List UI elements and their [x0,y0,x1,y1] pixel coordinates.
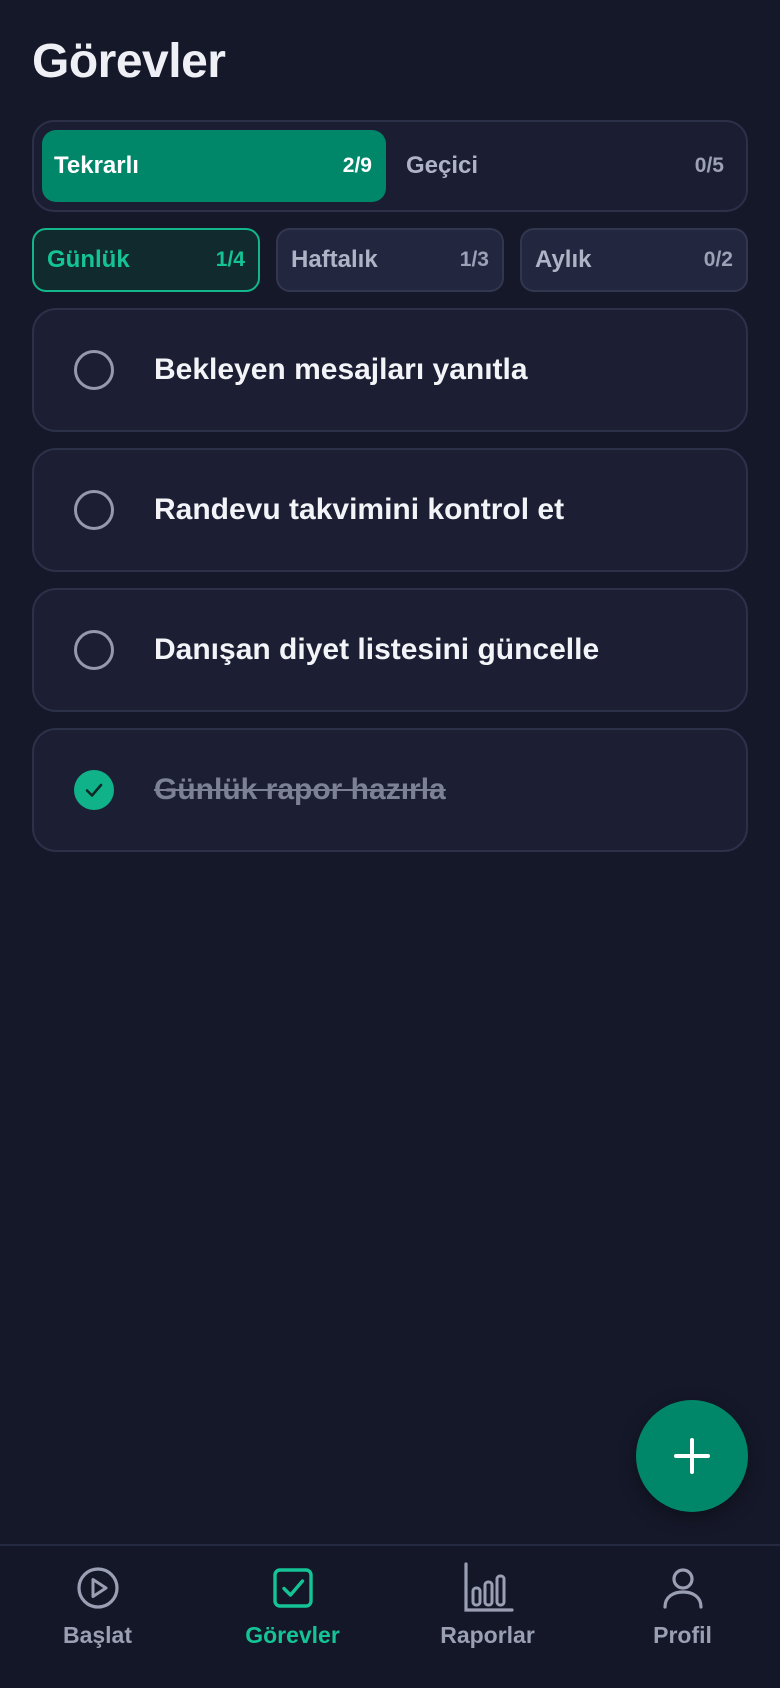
page-title: Görevler [32,35,226,88]
filter-daily-label: Günlük [47,246,130,273]
filter-daily[interactable]: Günlük 1/4 [32,228,260,292]
task-item[interactable]: Danışan diyet listesini güncelle [32,588,748,712]
tab-temporary-label: Geçici [406,152,479,179]
task-text: Randevu takvimini kontrol et [154,493,565,526]
filter-monthly-label: Aylık [535,246,592,273]
task-checkbox-checked[interactable] [74,770,114,810]
tab-recurring[interactable]: Tekrarlı 2/9 [42,130,386,202]
nav-label: Görevler [245,1622,340,1648]
task-list: Bekleyen mesajları yanıtla Randevu takvi… [32,308,748,852]
user-icon [657,1562,709,1614]
task-checkbox[interactable] [74,490,114,530]
plus-icon [674,1438,710,1474]
nav-item-tasks[interactable]: Görevler [195,1546,390,1688]
tab-recurring-label: Tekrarlı [54,152,139,179]
filter-monthly[interactable]: Aylık 0/2 [520,228,748,292]
task-type-segmented-control: Tekrarlı 2/9 Geçici 0/5 [32,120,748,212]
add-task-button[interactable] [636,1400,748,1512]
task-item-completed[interactable]: Günlük rapor hazırla [32,728,748,852]
task-checkbox[interactable] [74,630,114,670]
nav-item-profile[interactable]: Profil [585,1546,780,1688]
checkbox-icon [267,1562,319,1614]
nav-label: Raporlar [440,1622,535,1648]
nav-item-reports[interactable]: Raporlar [390,1546,585,1688]
filter-weekly-count: 1/3 [459,248,489,271]
tab-temporary-count: 0/5 [694,154,724,177]
bar-chart-icon [462,1562,514,1614]
task-checkbox[interactable] [74,350,114,390]
filter-daily-count: 1/4 [215,248,245,271]
task-text: Günlük rapor hazırla [154,773,446,806]
period-filter-bar: Günlük 1/4 Haftalık 1/3 Aylık 0/2 [32,228,748,292]
nav-label: Profil [653,1622,712,1648]
nav-label: Başlat [62,1622,133,1648]
bottom-navigation: Başlat Görevler Raporlar Profil [0,1544,780,1688]
filter-monthly-count: 0/2 [703,248,733,271]
task-item[interactable]: Bekleyen mesajları yanıtla [32,308,748,432]
task-text: Danışan diyet listesini güncelle [154,633,600,666]
tab-temporary[interactable]: Geçici 0/5 [394,130,738,202]
nav-item-start[interactable]: Başlat [0,1546,195,1688]
task-text: Bekleyen mesajları yanıtla [154,353,528,386]
checkmark-icon [85,783,103,797]
task-item[interactable]: Randevu takvimini kontrol et [32,448,748,572]
filter-weekly-label: Haftalık [291,246,378,273]
filter-weekly[interactable]: Haftalık 1/3 [276,228,504,292]
play-circle-icon [72,1562,124,1614]
tab-recurring-count: 2/9 [342,154,372,177]
